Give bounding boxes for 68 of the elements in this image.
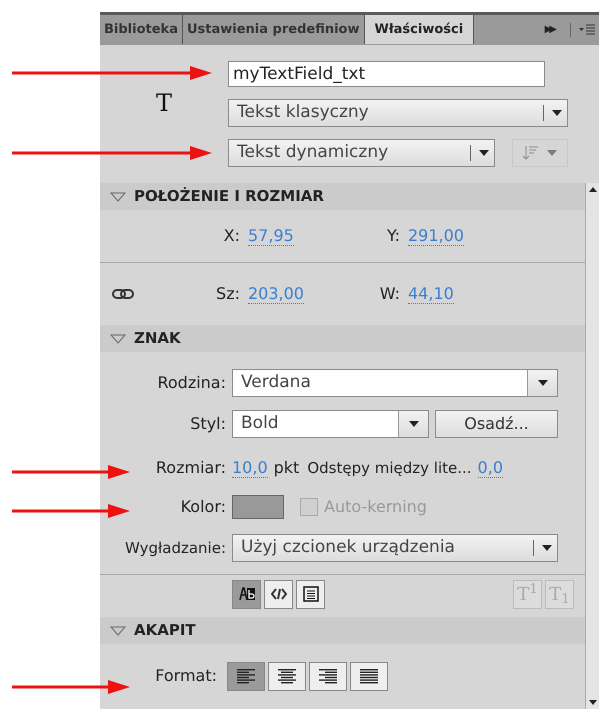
field-label: Wygładzanie: xyxy=(124,538,226,559)
caret-icon xyxy=(542,545,552,551)
arrow-icon xyxy=(12,680,130,694)
selectable-text-icon xyxy=(238,587,254,601)
section-header[interactable]: POŁOŻENIE I ROZMIAR xyxy=(100,183,585,210)
text-type-dropdown[interactable]: Tekst dynamiczny xyxy=(228,139,495,167)
dropdown-value: Tekst klasyczny xyxy=(236,101,370,124)
font-family-dropdown[interactable]: Verdana xyxy=(232,369,558,397)
arrow-icon xyxy=(12,465,130,479)
arrow-icon xyxy=(12,146,212,160)
orientation-icon xyxy=(523,146,539,160)
section-title: ZNAK xyxy=(134,328,181,350)
field-label: Styl: xyxy=(189,413,226,435)
overflow-button[interactable]: ▶▶ xyxy=(544,22,554,37)
section-title: AKAPIT xyxy=(134,620,196,642)
section-header[interactable]: AKAPIT xyxy=(100,617,585,644)
code-icon xyxy=(270,588,286,600)
scroll-down-icon[interactable] xyxy=(588,700,596,705)
caret-icon xyxy=(547,150,557,156)
checkbox-label: Auto-kerning xyxy=(324,496,427,518)
scroll-up-icon[interactable] xyxy=(588,187,596,192)
dropdown-value: Tekst dynamiczny xyxy=(236,141,390,164)
section-header[interactable]: ZNAK xyxy=(100,325,585,352)
tab[interactable]: Biblioteka xyxy=(100,15,183,44)
anti-alias-dropdown[interactable]: Użyj czcionek urządzenia xyxy=(232,534,558,562)
toggle-button[interactable] xyxy=(296,580,325,608)
align-button[interactable] xyxy=(309,662,347,690)
align-icon xyxy=(317,668,339,684)
align-button[interactable] xyxy=(227,662,265,690)
embed-button[interactable]: Osadź... xyxy=(435,410,558,438)
font-style-dropdown[interactable]: Bold xyxy=(232,410,429,438)
field-label: X: xyxy=(222,225,240,247)
align-icon xyxy=(235,668,257,684)
arrow-icon xyxy=(12,66,212,80)
unit-label: pkt xyxy=(274,457,300,479)
align-button[interactable] xyxy=(350,662,388,690)
section-title: POŁOŻENIE I ROZMIAR xyxy=(134,186,324,208)
field-label: Sz: xyxy=(215,283,240,305)
field-label: Rodzina: xyxy=(156,372,226,394)
align-button[interactable] xyxy=(268,662,306,690)
link-icon[interactable] xyxy=(112,288,134,300)
caret-icon xyxy=(478,150,488,156)
text-box-icon xyxy=(302,586,318,602)
toggle-button[interactable] xyxy=(232,580,261,608)
text-tool-icon: T xyxy=(156,85,172,167)
align-icon xyxy=(358,668,380,684)
field-label: Odstępy między lite... xyxy=(307,458,472,479)
instance-name-field[interactable]: myTextField_txt xyxy=(228,61,545,87)
tab[interactable]: Właściwości xyxy=(364,15,474,44)
field-label: Rozmiar: xyxy=(154,457,226,479)
dropdown-value: Bold xyxy=(240,412,280,436)
arrow-icon xyxy=(12,504,130,518)
panel-menu-icon[interactable] xyxy=(579,24,595,36)
field-label: Format: xyxy=(154,665,217,687)
text-engine-dropdown[interactable]: Tekst klasyczny xyxy=(228,99,568,127)
dropdown-value: Verdana xyxy=(240,371,312,394)
toggle-button[interactable] xyxy=(264,580,293,608)
field-label: Y: xyxy=(386,225,400,247)
scrollbar[interactable] xyxy=(585,183,599,709)
field-label: W: xyxy=(378,283,400,305)
tab[interactable]: Ustawienia predefiniow xyxy=(182,15,364,44)
dropdown-value: Użyj czcionek urządzenia xyxy=(240,536,456,560)
color-swatch[interactable] xyxy=(232,495,284,519)
caret-icon xyxy=(408,421,418,427)
caret-icon xyxy=(538,380,548,386)
field-label: Kolor: xyxy=(180,496,226,518)
align-icon xyxy=(276,668,298,684)
caret-icon xyxy=(552,110,562,116)
